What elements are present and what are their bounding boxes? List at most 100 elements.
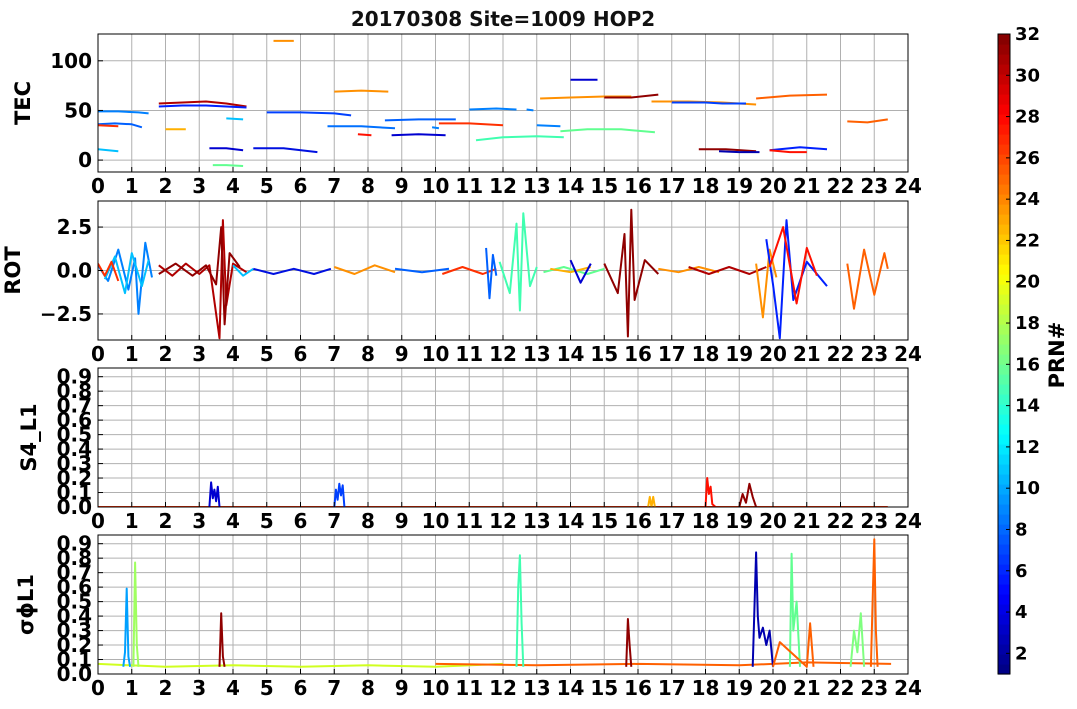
x-tick-label: 20 (759, 174, 787, 198)
series-prn-8 (485, 247, 498, 300)
x-tick-label: 4 (226, 174, 240, 198)
x-tick-label: 20 (759, 342, 787, 366)
x-tick-label: 20 (759, 676, 787, 700)
x-tick-label: 14 (557, 676, 585, 700)
x-tick-label: 21 (793, 342, 821, 366)
colorbar-tick-label: 28 (1015, 107, 1040, 128)
colorbar-segment (998, 54, 1010, 65)
series-prn-25 (334, 89, 389, 93)
x-tick-label: 4 (226, 342, 240, 366)
series-prn-26 (846, 248, 889, 310)
x-tick-label: 15 (590, 509, 618, 533)
y-tick-label: −2.5 (40, 302, 92, 326)
colorbar-segment (998, 624, 1010, 635)
x-tick-label: 9 (395, 342, 409, 366)
colorbar-segment (998, 394, 1010, 405)
x-tick-label: 11 (455, 174, 483, 198)
x-tick-label: 7 (327, 676, 341, 700)
x-tick-label: 5 (260, 342, 274, 366)
series-prn-17 (560, 128, 655, 134)
colorbar-segment (998, 414, 1010, 425)
colorbar-segment (998, 214, 1010, 225)
figure-title: 20170308 Site=1009 HOP2 (351, 7, 655, 31)
x-tick-label: 19 (725, 676, 753, 700)
x-tick-label: 19 (725, 174, 753, 198)
colorbar-segment (998, 324, 1010, 335)
series-prn-31 (218, 612, 226, 667)
colorbar-tick-label: 2 (1015, 643, 1028, 664)
x-tick-label: 16 (624, 174, 652, 198)
x-tick-label: 4 (226, 509, 240, 533)
x-tick-label: 18 (692, 174, 720, 198)
x-tick-label: 17 (658, 509, 686, 533)
x-tick-label: 23 (860, 676, 888, 700)
x-tick-label: 11 (455, 342, 483, 366)
colorbar-segment (998, 454, 1010, 465)
x-tick-label: 2 (159, 342, 173, 366)
x-tick-label: 12 (489, 509, 517, 533)
colorbar-segment (998, 484, 1010, 495)
x-tick-label: 23 (860, 174, 888, 198)
colorbar-segment (998, 464, 1010, 475)
colorbar-segment (998, 284, 1010, 295)
x-tick-label: 11 (455, 676, 483, 700)
colorbar-segment (998, 544, 1010, 555)
x-tick-label: 3 (192, 509, 206, 533)
x-tick-label: 0 (91, 509, 105, 533)
x-tick-label: 2 (159, 676, 173, 700)
colorbar-segment (998, 104, 1010, 115)
colorbar-tick-label: 14 (1015, 396, 1040, 417)
colorbar-segment (998, 304, 1010, 315)
series-prn-15 (515, 554, 525, 667)
panels: 0 1 2 3 4 5 6 7 8 9 10 11 12 13 14 15 16 17 18 19 20 21 22 23 24… (1, 33, 922, 700)
series-prn-3 (391, 133, 446, 137)
colorbar-segment (998, 204, 1010, 215)
x-tick-label: 10 (422, 174, 450, 198)
panel-tec: 0 1 2 3 4 5 6 7 8 9 10 11 12 13 14 15 16 17 18 19 20 21 22 23 24… (11, 33, 922, 198)
colorbar-tick-label: 30 (1015, 65, 1040, 86)
x-tick-label: 6 (294, 509, 308, 533)
colorbar-tick-label: 26 (1015, 148, 1040, 169)
x-tick-label: 14 (557, 174, 585, 198)
colorbar-segment (998, 584, 1010, 595)
colorbar-tick-label: 4 (1015, 602, 1028, 623)
x-tick-label: 15 (590, 676, 618, 700)
panel-sigma-phi-l1: 0 1 2 3 4 5 6 7 8 9 10 11 12 13 14 15 16 17 18 19 20 21 22 23 24… (14, 532, 922, 700)
x-tick-label: 11 (455, 509, 483, 533)
colorbar-segment (998, 494, 1010, 505)
colorbar-segment (998, 124, 1010, 135)
x-tick-label: 3 (192, 342, 206, 366)
colorbar-segment (998, 374, 1010, 385)
x-tick-label: 7 (327, 509, 341, 533)
x-tick-label: 12 (489, 342, 517, 366)
y-tick-label: 50 (64, 98, 92, 122)
x-tick-label: 22 (827, 676, 855, 700)
colorbar-tick-label: 20 (1015, 272, 1040, 293)
series-prn-31 (603, 208, 660, 338)
colorbar-segment (998, 664, 1010, 675)
x-tick-label: 1 (125, 509, 139, 533)
y-tick-label: 0 (78, 148, 92, 172)
x-tick-label: 17 (658, 676, 686, 700)
grid (97, 368, 909, 508)
colorbar-tick-label: 6 (1015, 561, 1028, 582)
series-prn-27 (438, 122, 504, 127)
x-tick-label: 8 (361, 342, 375, 366)
series-group (98, 208, 889, 340)
x-tick-label: 21 (793, 676, 821, 700)
series-prn-7 (671, 101, 746, 105)
x-tick-label: 24 (894, 676, 922, 700)
x-tick-label: 0 (91, 174, 105, 198)
colorbar-segment (998, 234, 1010, 245)
series-prn-25 (333, 264, 396, 275)
x-tick-label: 8 (361, 174, 375, 198)
series-prn-26 (756, 93, 828, 100)
colorbar-segment (998, 554, 1010, 565)
colorbar-segment (998, 44, 1010, 55)
x-tick-label: 3 (192, 174, 206, 198)
x-tick-label: 22 (827, 509, 855, 533)
x-tick-label: 5 (260, 509, 274, 533)
colorbar-segment (998, 34, 1010, 45)
colorbar-segment (998, 174, 1010, 185)
colorbar-segment (998, 184, 1010, 195)
